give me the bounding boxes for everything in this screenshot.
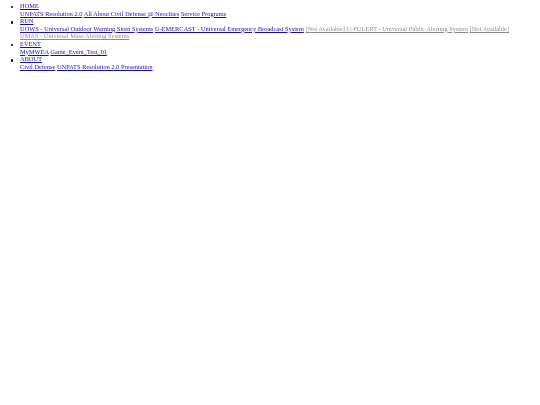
link-civil-defense[interactable]: Civil Defense bbox=[20, 64, 55, 71]
link-unpats-resolution[interactable]: UNPATS Resolution 2.0 bbox=[20, 11, 82, 18]
link-unpats-presentation[interactable]: UNPATS Resolution 2.0 Presentation bbox=[57, 64, 153, 71]
link-service-programs[interactable]: Service Programs bbox=[181, 11, 226, 18]
bullet-icon bbox=[11, 6, 14, 9]
link-all-about-civil-defense[interactable]: All About Civil Defense @ Neocities bbox=[84, 11, 180, 18]
link-u-pulert[interactable]: [Not Available] U-PULERT - Universal Pub… bbox=[305, 26, 468, 33]
nav-section-home: HOME UNPATS Resolution 2.0 All About Civ… bbox=[11, 3, 515, 19]
nav-section-about: ABOUT Civil Defense UNPATS Resolution 2.… bbox=[11, 56, 515, 72]
bullet-icon bbox=[11, 59, 14, 62]
link-mymwea[interactable]: MyMWEA bbox=[20, 49, 49, 56]
link-uows[interactable]: UOWS - Universal Outdoor Warning Siren S… bbox=[20, 26, 153, 33]
bullet-icon bbox=[11, 43, 14, 47]
nav-run-link[interactable]: RUN bbox=[20, 18, 515, 26]
nav-section-run: RUN UOWS - Universal Outdoor Warning Sir… bbox=[11, 18, 515, 41]
nav-event-links: MyMWEA Game_Event_Test_01 bbox=[20, 49, 515, 57]
nav-run-links: UOWS - Universal Outdoor Warning Siren S… bbox=[20, 26, 515, 41]
nav-section-event: EVENT MyMWEA Game_Event_Test_01 bbox=[11, 41, 515, 57]
nav-event-link[interactable]: EVENT bbox=[20, 41, 515, 49]
link-game-event-test[interactable]: Game_Event_Test_01 bbox=[50, 49, 107, 56]
nav-home-link[interactable]: HOME bbox=[20, 3, 515, 11]
nav-about-links: Civil Defense UNPATS Resolution 2.0 Pres… bbox=[20, 64, 515, 72]
nav-about-link[interactable]: ABOUT bbox=[20, 56, 515, 64]
nav-home-links: UNPATS Resolution 2.0 All About Civil De… bbox=[20, 11, 515, 19]
bullet-icon bbox=[11, 21, 14, 24]
link-u-emercast[interactable]: U-EMERCAST - Universal Emergency Broadca… bbox=[155, 26, 304, 33]
main-nav: HOME UNPATS Resolution 2.0 All About Civ… bbox=[0, 0, 515, 71]
